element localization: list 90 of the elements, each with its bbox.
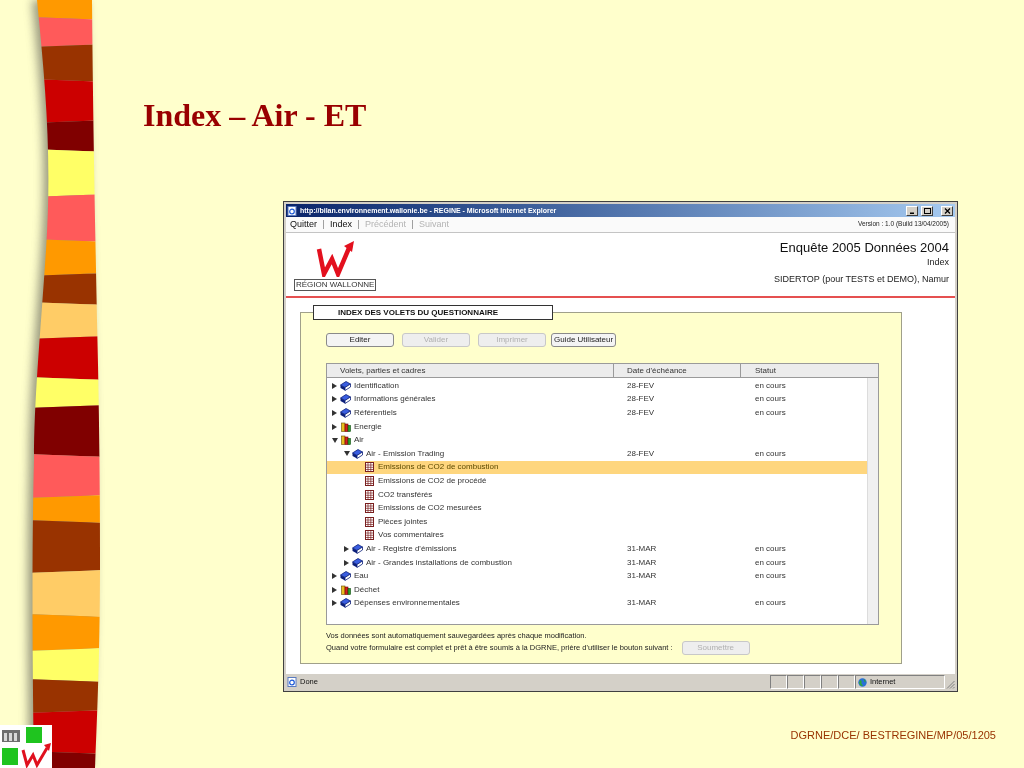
books-icon [340, 584, 351, 595]
caret-down-icon[interactable] [344, 451, 350, 457]
due-date: 31-MAR [627, 557, 657, 568]
item-label: Eau [354, 571, 369, 582]
slide-title: Index – Air - ET [143, 96, 367, 134]
caret-right-icon[interactable] [332, 586, 337, 593]
item-label: Référentiels [354, 408, 397, 418]
item-label: Energie [354, 421, 382, 432]
book-icon [340, 571, 351, 582]
logo-caption: RÉGION WALLONNE [294, 279, 377, 291]
status-text: en cours [755, 543, 786, 554]
column-header: Volets, parties et cadres [327, 364, 614, 377]
globe-icon [858, 677, 867, 687]
book-icon [352, 543, 363, 554]
due-date: 28-FEV [627, 408, 655, 418]
slide-footer-text: DGRNE/DCE/ BESTREGINE/MP/05/1205 [790, 728, 996, 742]
caret-right-icon[interactable] [332, 600, 337, 607]
status-text: en cours [755, 571, 786, 582]
item-label: Identification [354, 380, 399, 391]
logo-icon [315, 241, 356, 277]
column-header: Statut [741, 364, 878, 377]
status-pane [821, 675, 838, 689]
action-button[interactable]: Guide Utilisateur [551, 333, 617, 347]
status-text: en cours [755, 448, 786, 459]
due-date: 31-MAR [627, 571, 657, 582]
caret-right-icon[interactable] [332, 423, 337, 430]
status-pane [770, 675, 787, 689]
item-label: Déchet [354, 584, 380, 595]
panel-title: INDEX DES VOLETS DU QUESTIONNAIRE [313, 305, 553, 320]
caret-right-icon[interactable] [332, 410, 337, 416]
item-label: Emissions de CO2 de procédé [378, 475, 487, 486]
caret-right-icon[interactable] [332, 382, 337, 389]
book-icon [340, 408, 351, 418]
item-label: Pièces jointes [378, 516, 428, 527]
column-header: Date d'échéance [614, 364, 741, 377]
minimize-button[interactable] [906, 205, 918, 216]
status-pane [787, 675, 804, 689]
due-date: 28-FEV [627, 394, 655, 405]
nav-link[interactable]: Quitter [290, 220, 317, 229]
books-icon [340, 435, 351, 446]
book-icon [352, 557, 363, 568]
form-icon [365, 489, 374, 500]
nav-link[interactable]: Index [330, 220, 353, 229]
status-text: en cours [755, 408, 786, 418]
item-label: Air - Registre d'émissions [366, 543, 457, 554]
form-icon [365, 462, 374, 473]
books-icon [340, 421, 351, 432]
item-label: CO2 transférés [378, 489, 433, 500]
caret-right-icon[interactable] [332, 396, 337, 403]
status-text: en cours [755, 380, 786, 391]
maximize-button[interactable] [921, 205, 933, 216]
survey-title: Enquête 2005 Données 2004 [779, 240, 949, 256]
organisation-text: SIDERTOP (pour TESTS et DEMO), Namur [774, 273, 949, 285]
status-text: en cours [755, 598, 786, 609]
caret-right-icon[interactable] [344, 545, 349, 552]
form-icon [365, 530, 374, 541]
item-label: Air - Grandes installations de combustion [366, 557, 512, 568]
caret-right-icon[interactable] [332, 573, 337, 580]
item-label: Dépenses environnementales [354, 598, 460, 609]
maximize-icon [923, 207, 931, 214]
book-icon [352, 448, 363, 459]
form-icon [365, 503, 374, 514]
form-icon [365, 516, 374, 527]
resize-grip-icon[interactable] [946, 680, 955, 689]
due-date: 31-MAR [627, 598, 657, 609]
close-icon [943, 207, 951, 214]
due-date: 28-FEV [627, 448, 655, 459]
due-date: 31-MAR [627, 543, 657, 554]
action-button[interactable]: Editer [326, 333, 394, 347]
due-date: 28-FEV [627, 380, 655, 391]
item-label: Emissions de CO2 mesurées [378, 503, 482, 514]
item-label: Informations générales [354, 394, 436, 405]
form-icon [365, 475, 374, 486]
page-icon [287, 677, 297, 687]
book-icon [340, 380, 351, 391]
close-button[interactable] [941, 205, 953, 216]
caret-down-icon[interactable] [332, 437, 338, 443]
page-subtitle: Index [926, 256, 949, 268]
status-text: en cours [755, 394, 786, 405]
book-icon [340, 394, 351, 405]
caret-right-icon[interactable] [344, 559, 349, 566]
book-icon [340, 598, 351, 609]
status-pane [804, 675, 821, 689]
item-label: Air - Emission Trading [366, 448, 445, 459]
item-label: Vos commentaires [378, 530, 444, 541]
item-label: Emissions de CO2 de combustion [378, 462, 499, 473]
logo-icon [0, 725, 52, 768]
item-label: Air [354, 435, 364, 446]
scroll-bar[interactable] [867, 378, 878, 624]
status-text: en cours [755, 557, 786, 568]
